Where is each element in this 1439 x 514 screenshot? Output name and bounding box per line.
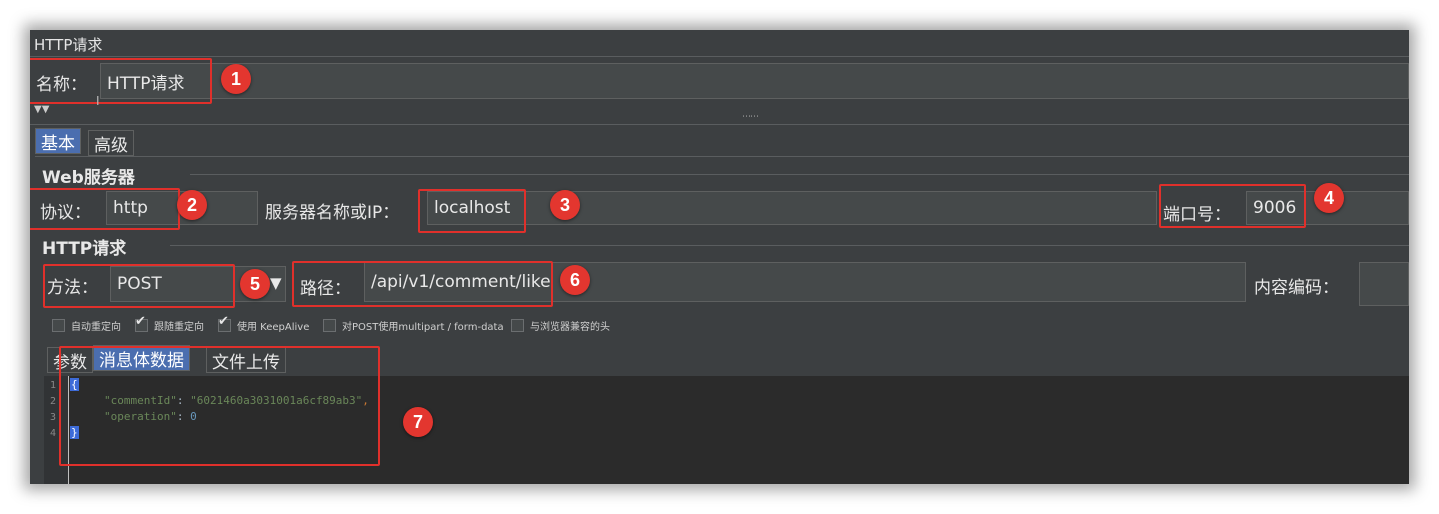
line-number: 2: [50, 396, 57, 407]
option-auto-redirect[interactable]: 自动重定向: [52, 318, 121, 333]
marker-3: 3: [550, 190, 580, 220]
name-input[interactable]: HTTP请求: [100, 63, 1409, 99]
annotation-box-4: [1159, 184, 1306, 228]
encoding-label: 内容编码：: [1254, 278, 1339, 298]
option-keepalive[interactable]: ✔ 使用 KeepAlive: [218, 314, 310, 333]
line-number: 1: [50, 380, 57, 391]
panel-title: HTTP请求: [34, 36, 103, 54]
section-rule: [190, 174, 1409, 175]
marker-7: 7: [403, 407, 433, 437]
option-follow-redirect[interactable]: ✔ 跟随重定向: [135, 314, 204, 333]
option-label: 使用 KeepAlive: [237, 322, 310, 333]
option-multipart[interactable]: 对POST使用multipart / form-data: [323, 318, 504, 333]
annotation-box-5: [43, 264, 235, 308]
checkbox[interactable]: ✔: [135, 314, 148, 332]
dropdown-arrow-icon[interactable]: ▼: [270, 274, 282, 292]
encoding-input[interactable]: [1359, 262, 1409, 306]
divider: [30, 56, 1409, 57]
option-browser-headers[interactable]: 与浏览器兼容的头: [511, 318, 610, 333]
tab-underline: [35, 156, 1409, 157]
marker-5: 5: [240, 269, 270, 299]
server-label: 服务器名称或IP：: [265, 203, 400, 223]
tab-basic[interactable]: 基本: [35, 128, 81, 154]
splitter-line: [30, 124, 1409, 125]
option-label: 对POST使用multipart / form-data: [342, 322, 504, 333]
option-label: 与浏览器兼容的头: [530, 322, 610, 333]
annotation-box-2: [30, 188, 180, 230]
marker-2: 2: [177, 190, 207, 220]
check-icon: ✔: [218, 314, 229, 329]
checkbox[interactable]: [511, 319, 524, 332]
web-server-section-title: Web服务器: [42, 168, 135, 188]
tab-advanced[interactable]: 高级: [88, 130, 134, 156]
marker-4: 4: [1314, 183, 1344, 213]
marker-6: 6: [560, 265, 590, 295]
section-rule: [170, 245, 1409, 246]
marker-1: 1: [221, 64, 251, 94]
server-input[interactable]: localhost: [427, 191, 1157, 225]
checkbox[interactable]: [323, 319, 336, 332]
http-request-section-title: HTTP请求: [42, 239, 127, 259]
option-label: 跟随重定向: [154, 322, 204, 333]
checkbox[interactable]: ✔: [218, 314, 231, 332]
checkbox[interactable]: [52, 319, 65, 332]
collapse-arrows-icon[interactable]: ▼▼: [34, 104, 49, 115]
option-label: 自动重定向: [71, 322, 121, 333]
line-number: 3: [50, 412, 57, 423]
http-request-panel: HTTP请求 名称： HTTP请求 1 I ▼▼ ⋯⋯ 基本 高级 Web服务器…: [30, 30, 1409, 484]
splitter-grip-icon[interactable]: ⋯⋯: [742, 112, 759, 122]
annotation-box-3: [418, 189, 526, 233]
check-icon: ✔: [135, 314, 146, 329]
annotation-box-1: [30, 58, 212, 104]
annotation-box-6: [292, 261, 553, 307]
text-cursor-icon: I: [96, 94, 100, 108]
annotation-box-7: [59, 346, 380, 466]
line-number: 4: [50, 428, 57, 439]
